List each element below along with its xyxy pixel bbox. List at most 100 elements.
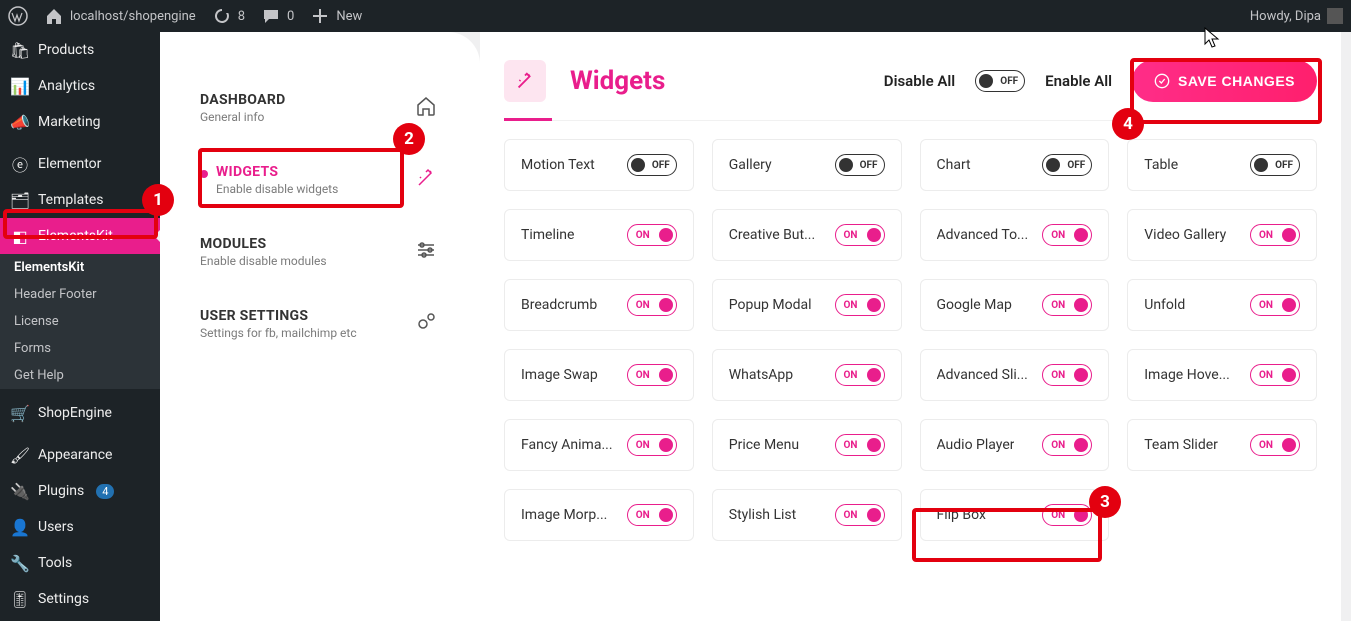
widget-toggle[interactable]: ON xyxy=(1042,294,1092,316)
widget-toggle[interactable]: OFF xyxy=(835,154,885,176)
site-home[interactable]: localhost/shopengine xyxy=(44,6,196,26)
sidebar-item-analytics[interactable]: 📊Analytics xyxy=(0,68,160,104)
wand-icon xyxy=(504,60,546,102)
widget-name: WhatsApp xyxy=(729,367,793,383)
disable-all-button[interactable]: Disable All xyxy=(884,72,955,90)
settings-tab-title: USER SETTINGS xyxy=(200,308,357,324)
widget-toggle[interactable]: ON xyxy=(1042,364,1092,386)
callout-number-1: 1 xyxy=(142,184,174,216)
submenu-elementskit[interactable]: ElementsKit xyxy=(0,254,160,281)
sidebar-item-appearance[interactable]: 🖌 Appearance xyxy=(0,437,160,473)
brush-icon: 🖌 xyxy=(10,445,30,465)
sidebar-item-products[interactable]: 🛍Products xyxy=(0,32,160,68)
wand-icon xyxy=(412,164,440,192)
widget-toggle[interactable]: ON xyxy=(835,364,885,386)
sidebar-item-settings[interactable]: 🎚Settings xyxy=(0,581,160,617)
widget-toggle[interactable]: ON xyxy=(835,294,885,316)
sidebar-item-elementor[interactable]: ⓔElementor xyxy=(0,146,160,182)
sidebar-item-shopengine[interactable]: 🛒 ShopEngine xyxy=(0,395,160,431)
sidebar-item-label: Elementor xyxy=(38,156,101,172)
chart-icon: 📊 xyxy=(10,76,30,96)
callout-number-4: 4 xyxy=(1112,108,1144,140)
account-howdy[interactable]: Howdy, Dipa xyxy=(1250,8,1343,24)
widget-toggle[interactable]: ON xyxy=(627,224,677,246)
save-changes-button[interactable]: SAVE CHANGES xyxy=(1132,60,1317,102)
save-button-label: SAVE CHANGES xyxy=(1178,73,1295,89)
toggle-on-label: ON xyxy=(636,370,650,381)
widget-toggle[interactable]: ON xyxy=(627,364,677,386)
widget-name: Breadcrumb xyxy=(521,297,597,313)
sidebar-item-users[interactable]: 👤Users xyxy=(0,509,160,545)
enable-all-button[interactable]: Enable All xyxy=(1045,72,1112,90)
widget-name: Video Gallery xyxy=(1144,227,1226,243)
master-toggle[interactable]: OFF xyxy=(975,70,1025,92)
sidebar-item-templates[interactable]: 🗂 Templates xyxy=(0,182,160,218)
comments[interactable]: 0 xyxy=(261,6,294,26)
widget-card: Motion TextOFF xyxy=(504,139,694,191)
widget-toggle[interactable]: ON xyxy=(627,434,677,456)
tab-underline xyxy=(504,120,1317,121)
home-icon xyxy=(44,6,64,26)
widget-toggle[interactable]: ON xyxy=(835,504,885,526)
widget-toggle[interactable]: ON xyxy=(1250,364,1300,386)
toggle-on-label: ON xyxy=(1051,510,1065,521)
toggle-off-label: OFF xyxy=(652,160,670,171)
submenu-forms[interactable]: Forms xyxy=(0,335,160,362)
toggle-on-label: ON xyxy=(844,440,858,451)
widget-toggle[interactable]: OFF xyxy=(627,154,677,176)
sidebar-item-plugins[interactable]: 🔌Plugins4 xyxy=(0,473,160,509)
submenu-header-footer[interactable]: Header Footer xyxy=(0,281,160,308)
comment-icon xyxy=(261,6,281,26)
widget-toggle[interactable]: ON xyxy=(627,504,677,526)
widget-toggle[interactable]: ON xyxy=(835,224,885,246)
wp-logo[interactable] xyxy=(8,6,28,26)
widget-toggle[interactable]: ON xyxy=(835,434,885,456)
sidebar-item-label: Appearance xyxy=(38,447,112,463)
page-title: Widgets xyxy=(570,66,665,96)
widget-card: Audio PlayerON xyxy=(920,419,1110,471)
avatar xyxy=(1327,8,1343,24)
shopengine-icon: 🛒 xyxy=(10,403,30,423)
callout-number-3: 3 xyxy=(1089,486,1121,518)
sliders-icon xyxy=(412,236,440,264)
widget-card: UnfoldON xyxy=(1127,279,1317,331)
megaphone-icon: 📣 xyxy=(10,112,30,132)
folder-icon: 🗂 xyxy=(10,190,30,210)
submenu-get-help[interactable]: Get Help xyxy=(0,362,160,389)
widget-toggle[interactable]: ON xyxy=(1042,504,1092,526)
settings-tab-widgets[interactable]: WIDGETSEnable disable widgets xyxy=(184,144,456,216)
toggle-on-label: ON xyxy=(1259,300,1273,311)
widget-toggle[interactable]: OFF xyxy=(1250,154,1300,176)
widget-card: Advanced Sli...ON xyxy=(920,349,1110,401)
settings-tab-title: WIDGETS xyxy=(216,164,338,180)
widget-toggle[interactable]: ON xyxy=(1042,224,1092,246)
toggle-on-label: ON xyxy=(844,370,858,381)
widget-name: Popup Modal xyxy=(729,297,812,313)
sidebar-item-elementskit[interactable]: ◧ElementsKit xyxy=(0,218,160,254)
widget-toggle[interactable]: ON xyxy=(1250,434,1300,456)
widget-name: Timeline xyxy=(521,227,574,243)
widget-toggle[interactable]: ON xyxy=(1042,434,1092,456)
panel-header: Widgets Disable All OFF Enable All SAVE … xyxy=(504,60,1317,120)
widget-toggle[interactable]: ON xyxy=(1250,224,1300,246)
settings-tab-usersettings[interactable]: USER SETTINGSSettings for fb, mailchimp … xyxy=(184,288,456,360)
sidebar-item-tools[interactable]: 🔧Tools xyxy=(0,545,160,581)
widget-toggle[interactable]: OFF xyxy=(1042,154,1092,176)
widget-card: Google MapON xyxy=(920,279,1110,331)
sidebar-item-label: Templates xyxy=(38,192,104,208)
sidebar-item-label: Plugins xyxy=(38,483,84,499)
widget-card: Popup Modal ON xyxy=(712,279,902,331)
widget-toggle[interactable]: ON xyxy=(627,294,677,316)
widget-card: Image SwapON xyxy=(504,349,694,401)
wp-admin-sidebar: 🛍Products 📊Analytics 📣Marketing ⓔElement… xyxy=(0,32,160,621)
refresh-icon xyxy=(212,6,232,26)
widget-card: Stylish ListON xyxy=(712,489,902,541)
updates[interactable]: 8 xyxy=(212,6,245,26)
submenu-license[interactable]: License xyxy=(0,308,160,335)
settings-tab-modules[interactable]: MODULESEnable disable modules xyxy=(184,216,456,288)
sidebar-item-marketing[interactable]: 📣Marketing xyxy=(0,104,160,140)
new-content[interactable]: New xyxy=(310,6,362,26)
sidebar-item-label: ShopEngine xyxy=(38,405,112,421)
cursor-icon xyxy=(1204,27,1220,49)
widget-toggle[interactable]: ON xyxy=(1250,294,1300,316)
